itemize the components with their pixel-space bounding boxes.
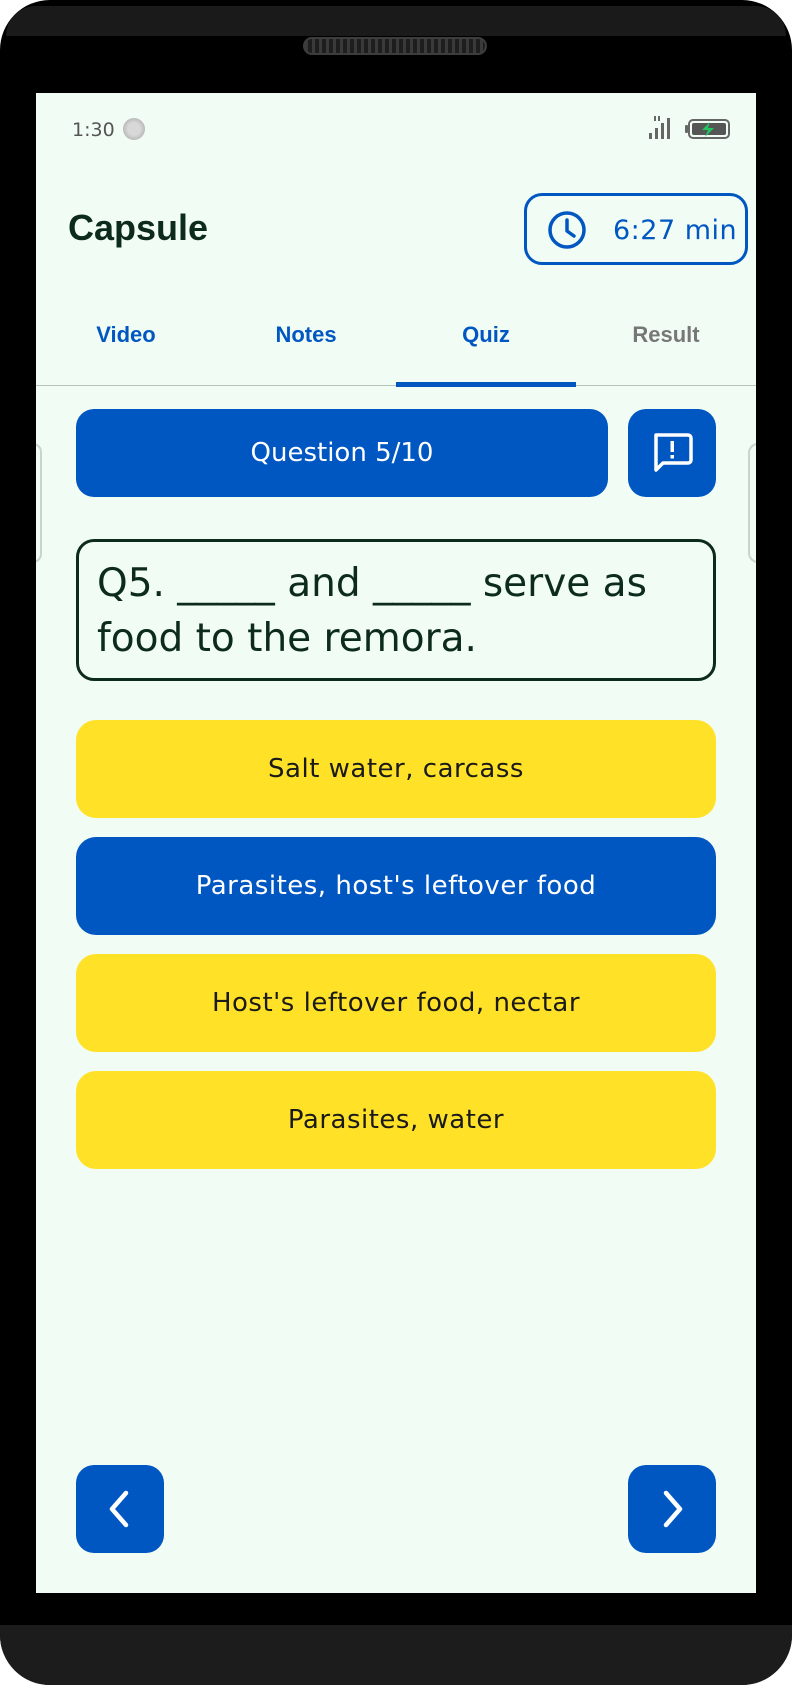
clock-icon [548, 211, 586, 249]
signal-icon [649, 116, 670, 139]
app-title: Capsule [68, 207, 209, 248]
chevron-right-icon [663, 1490, 683, 1528]
previous-card-edge [36, 443, 42, 563]
answer-option-4[interactable]: Parasites, water [76, 1071, 716, 1169]
next-question-button[interactable] [628, 1465, 716, 1553]
next-card-edge [748, 443, 756, 563]
battery-charging-icon [685, 119, 730, 139]
notification-dot-icon [123, 118, 145, 140]
status-time: 1:30 [72, 119, 115, 141]
previous-question-button[interactable] [76, 1465, 164, 1553]
report-button[interactable] [628, 409, 716, 497]
tab-bar: Video Notes Quiz Result [36, 308, 756, 380]
active-tab-indicator [396, 382, 576, 387]
app-screen: 1:30 Capsule 6:27 min Video Notes Quiz R… [36, 93, 756, 1593]
tab-result[interactable]: Result [576, 308, 756, 380]
question-text: Q5. _____ and _____ serve as food to the… [76, 539, 716, 681]
tab-notes[interactable]: Notes [216, 308, 396, 380]
answer-option-1[interactable]: Salt water, carcass [76, 720, 716, 818]
tab-video[interactable]: Video [36, 308, 216, 380]
question-counter: Question 5/10 [76, 409, 608, 497]
tab-quiz[interactable]: Quiz [396, 308, 576, 380]
quiz-timer: 6:27 min [524, 193, 748, 265]
answer-option-2[interactable]: Parasites, host's leftover food [76, 837, 716, 935]
answer-option-3[interactable]: Host's leftover food, nectar [76, 954, 716, 1052]
phone-bottom-bezel [0, 1625, 792, 1685]
timer-value: 6:27 min [613, 215, 738, 246]
earpiece-speaker [303, 37, 487, 55]
phone-top-bezel [6, 6, 786, 36]
chevron-left-icon [109, 1490, 129, 1528]
status-bar: 1:30 [36, 93, 756, 163]
phone-frame: 1:30 Capsule 6:27 min Video Notes Quiz R… [0, 0, 792, 1685]
report-message-icon [654, 433, 693, 472]
